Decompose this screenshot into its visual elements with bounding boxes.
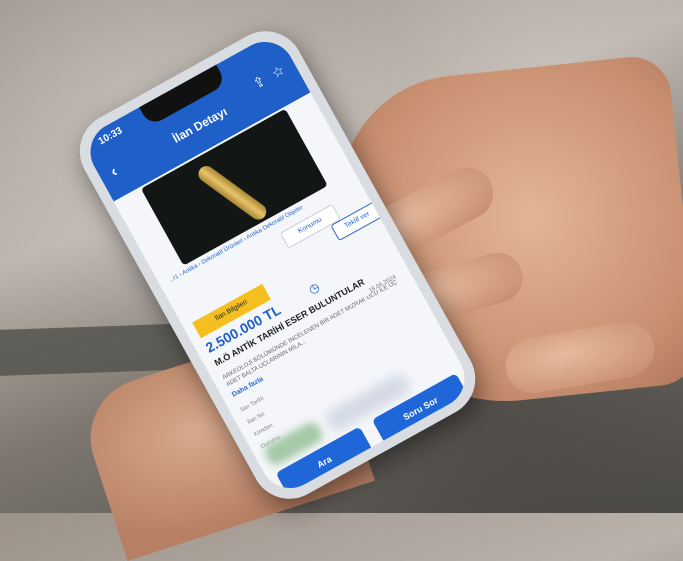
field-label: Kimden <box>253 422 275 439</box>
field-label: İlan No <box>246 411 267 426</box>
offer-button[interactable]: Teklif ver <box>330 200 385 242</box>
status-time: 10:33 <box>96 125 125 148</box>
artifact-image <box>195 162 270 223</box>
clock-icon: ◷ <box>306 279 323 297</box>
